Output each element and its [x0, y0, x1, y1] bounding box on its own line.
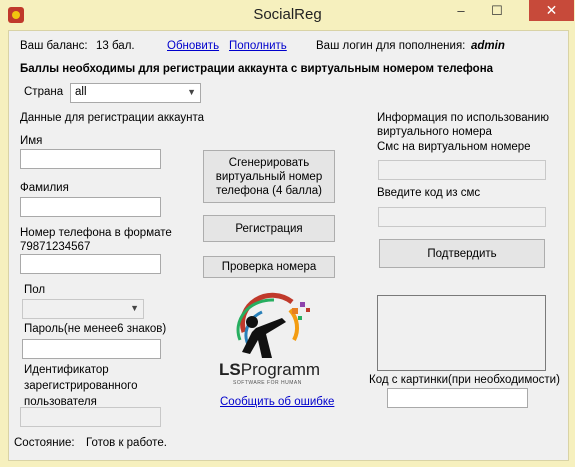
chevron-down-icon: ▼ — [187, 87, 196, 97]
refresh-link[interactable]: Обновить — [167, 40, 219, 52]
sms-code-input[interactable] — [378, 207, 546, 227]
close-button[interactable]: ✕ — [529, 0, 574, 21]
user-id-input[interactable] — [20, 407, 161, 427]
gender-label: Пол — [24, 284, 46, 296]
password-input[interactable] — [22, 339, 161, 359]
password-label: Пароль(не менее6 знаков) — [24, 323, 167, 335]
maximize-button[interactable]: ☐ — [484, 1, 510, 21]
generate-number-button[interactable]: Сгенерировать виртуальный номер телефона… — [203, 150, 335, 203]
logo-tagline: SOFTWARE FOR HUMAN — [233, 380, 302, 386]
code-label: Введите код из смс — [377, 187, 481, 199]
country-select[interactable]: all ▼ — [70, 83, 201, 103]
logo-brand-ls: LS — [219, 360, 241, 379]
virtual-info-label: Информация по использованию виртуального… — [377, 112, 549, 138]
lsprogramm-logo — [232, 292, 322, 360]
topup-link[interactable]: Пополнить — [229, 40, 287, 52]
heading: Баллы необходимы для регистрации аккаунт… — [20, 63, 494, 75]
last-name-input[interactable] — [20, 197, 161, 217]
user-id-label: Идентификатор зарегистрированного пользо… — [24, 364, 138, 408]
sms-input[interactable] — [378, 160, 546, 180]
confirm-button[interactable]: Подтвердить — [379, 239, 545, 268]
check-number-button[interactable]: Проверка номера — [203, 256, 335, 278]
balance-label: Ваш баланс: — [20, 40, 88, 52]
logo-brand-rest: Programm — [240, 360, 321, 379]
logo-brand: LSProgramm — [219, 360, 320, 380]
phone-input[interactable] — [20, 254, 161, 274]
country-select-value: all — [75, 86, 87, 98]
login-label: Ваш логин для пополнения: — [316, 40, 466, 52]
last-name-label: Фамилия — [20, 182, 69, 194]
captcha-label: Код с картинки(при необходимости) — [369, 374, 560, 386]
report-error-link[interactable]: Сообщить об ошибке — [220, 396, 334, 408]
sms-label: Смс на виртуальном номере — [377, 141, 531, 153]
first-name-label: Имя — [20, 135, 43, 147]
first-name-input[interactable] — [20, 149, 161, 169]
status-value: Готов к работе. — [86, 437, 167, 449]
phone-label: Номер телефона в формате 79871234567 — [20, 227, 172, 253]
gender-select[interactable]: ▼ — [22, 299, 144, 319]
chevron-down-icon: ▼ — [130, 303, 139, 313]
minimize-button[interactable]: – — [448, 1, 474, 21]
country-label: Страна — [24, 86, 64, 98]
account-section-label: Данные для регистрации аккаунта — [20, 112, 205, 124]
register-button[interactable]: Регистрация — [203, 215, 335, 242]
balance-value: 13 бал. — [96, 40, 135, 52]
captcha-image — [377, 295, 546, 371]
login-value: admin — [471, 40, 505, 52]
captcha-input[interactable] — [387, 388, 528, 408]
status-label: Состояние: — [14, 437, 75, 449]
